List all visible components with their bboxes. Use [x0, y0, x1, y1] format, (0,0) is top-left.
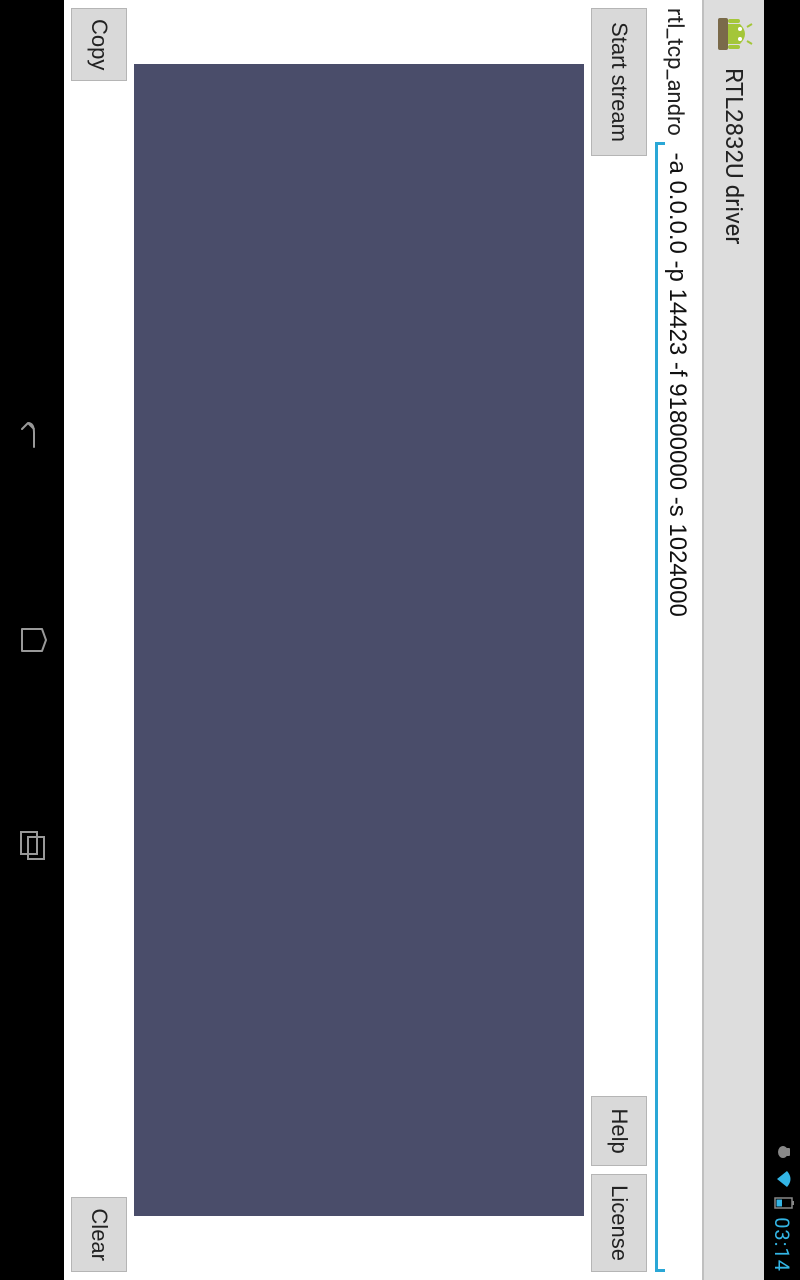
- app-title: RTL2832U driver: [720, 68, 748, 244]
- back-button[interactable]: [16, 419, 48, 453]
- help-button[interactable]: Help: [591, 1096, 647, 1166]
- start-stream-button[interactable]: Start stream: [591, 8, 647, 156]
- title-bar: RTL2832U driver: [702, 0, 764, 1280]
- clear-button[interactable]: Clear: [71, 1197, 127, 1272]
- app-body: rtl_tcp_andro Start stream Help License …: [64, 0, 702, 1280]
- args-row: rtl_tcp_andro: [654, 0, 702, 1280]
- bottom-button-row: Copy Clear: [64, 0, 134, 1280]
- command-prefix-label: rtl_tcp_andro: [663, 8, 688, 136]
- clock: 03:14: [770, 1217, 794, 1272]
- status-bar: 03:14: [764, 0, 800, 1280]
- recent-apps-button[interactable]: [16, 827, 48, 861]
- top-button-row: Start stream Help License: [584, 0, 654, 1280]
- app-icon: [710, 10, 758, 58]
- wifi-icon: [771, 1169, 794, 1189]
- back-icon: [16, 419, 48, 453]
- usb-debug-icon: [771, 1143, 794, 1161]
- home-icon: [16, 623, 48, 657]
- args-input[interactable]: [655, 142, 695, 1272]
- recent-apps-icon: [16, 827, 48, 861]
- args-input-wrap: [655, 142, 695, 1272]
- battery-icon: [770, 1197, 795, 1209]
- system-nav-bar: [0, 0, 64, 1280]
- copy-button[interactable]: Copy: [71, 8, 127, 81]
- license-button[interactable]: License: [591, 1174, 647, 1272]
- console-output[interactable]: [134, 64, 584, 1216]
- home-button[interactable]: [16, 623, 48, 657]
